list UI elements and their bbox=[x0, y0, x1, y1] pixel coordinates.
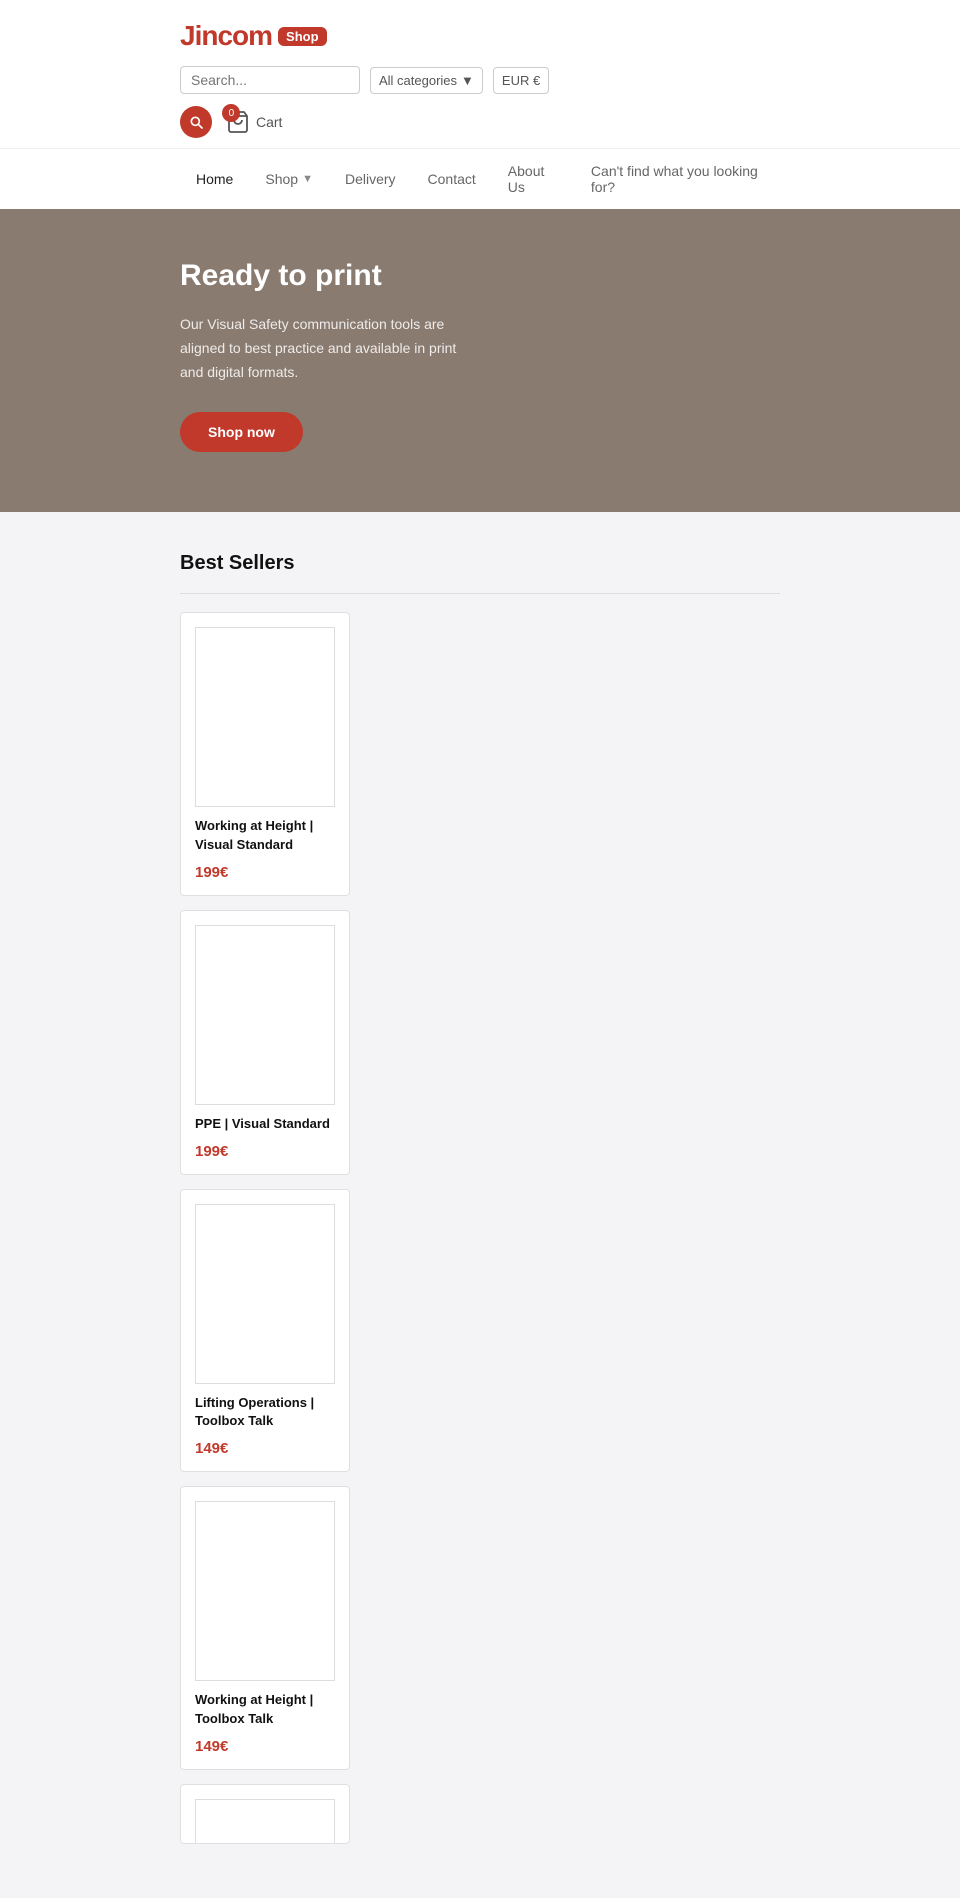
product-image bbox=[195, 925, 335, 1105]
product-list: Working at Height | Visual Standard199€P… bbox=[180, 612, 780, 1857]
product-price: 149€ bbox=[195, 1738, 335, 1755]
nav-label-contact: Contact bbox=[428, 171, 476, 187]
nav-item-cant-find[interactable]: Can't find what you looking for? bbox=[575, 149, 780, 209]
product-card[interactable]: Working at Height | Toolbox Talk 149€ bbox=[180, 1486, 350, 1769]
section-divider bbox=[180, 593, 780, 594]
product-price: 199€ bbox=[195, 864, 335, 881]
product-image bbox=[195, 1799, 335, 1844]
product-image bbox=[195, 1501, 335, 1681]
product-card[interactable]: Working at Height | Visual Standard 199€ bbox=[180, 612, 350, 895]
nav-label-about: About Us bbox=[508, 163, 559, 195]
categories-dropdown[interactable]: All categories ▼ bbox=[370, 67, 483, 94]
icon-row: 0 Cart bbox=[180, 100, 780, 148]
header: Jincom Shop All categories ▼ EUR € 0 Car… bbox=[0, 0, 960, 148]
logo-row: Jincom Shop bbox=[180, 0, 780, 60]
nav-item-contact[interactable]: Contact bbox=[412, 157, 492, 201]
nav-label-cant-find: Can't find what you looking for? bbox=[591, 163, 764, 195]
product-price: 149€ bbox=[195, 1440, 335, 1457]
product-name: PPE | Visual Standard bbox=[195, 1115, 335, 1133]
logo-text: Jincom bbox=[180, 20, 272, 52]
hero-title: Ready to print bbox=[180, 259, 780, 293]
product-card[interactable]: PPE | Visual Standard 199€ bbox=[180, 910, 350, 1175]
shop-chevron-icon: ▼ bbox=[302, 173, 313, 185]
product-card[interactable]: Lifting Operations | Toolbox Talk 149€ bbox=[180, 1189, 350, 1472]
product-image bbox=[195, 627, 335, 807]
hero-description: Our Visual Safety communication tools ar… bbox=[180, 313, 460, 384]
nav-item-delivery[interactable]: Delivery bbox=[329, 157, 412, 201]
cart-button[interactable]: 0 Cart bbox=[226, 110, 282, 134]
product-name: Working at Height | Toolbox Talk bbox=[195, 1691, 335, 1727]
best-sellers-section: Best Sellers Working at Height | Visual … bbox=[0, 512, 960, 1897]
nav-label-delivery: Delivery bbox=[345, 171, 396, 187]
best-sellers-title: Best Sellers bbox=[180, 552, 780, 575]
nav-item-home[interactable]: Home bbox=[180, 157, 249, 201]
nav-label-shop: Shop bbox=[265, 171, 298, 187]
categories-label: All categories bbox=[379, 73, 457, 88]
logo-shop-badge: Shop bbox=[278, 27, 327, 46]
nav-item-about[interactable]: About Us bbox=[492, 149, 575, 209]
search-input[interactable] bbox=[180, 66, 360, 94]
nav-item-shop[interactable]: Shop ▼ bbox=[249, 157, 329, 201]
search-button[interactable] bbox=[180, 106, 212, 138]
product-name: Working at Height | Visual Standard bbox=[195, 817, 335, 853]
cart-label: Cart bbox=[256, 114, 282, 130]
product-card[interactable] bbox=[180, 1784, 350, 1844]
currency-label: EUR € bbox=[502, 73, 540, 88]
search-row: All categories ▼ EUR € bbox=[180, 60, 780, 100]
nav-label-home: Home bbox=[196, 171, 233, 187]
search-icon bbox=[188, 114, 204, 130]
product-name: Lifting Operations | Toolbox Talk bbox=[195, 1394, 335, 1430]
hero-section: Ready to print Our Visual Safety communi… bbox=[0, 209, 960, 512]
chevron-down-icon: ▼ bbox=[461, 73, 474, 88]
navigation: Home Shop ▼ Delivery Contact About Us Ca… bbox=[0, 148, 960, 209]
shop-now-button[interactable]: Shop now bbox=[180, 412, 303, 452]
product-image bbox=[195, 1204, 335, 1384]
currency-dropdown[interactable]: EUR € bbox=[493, 67, 549, 94]
product-price: 199€ bbox=[195, 1143, 335, 1160]
